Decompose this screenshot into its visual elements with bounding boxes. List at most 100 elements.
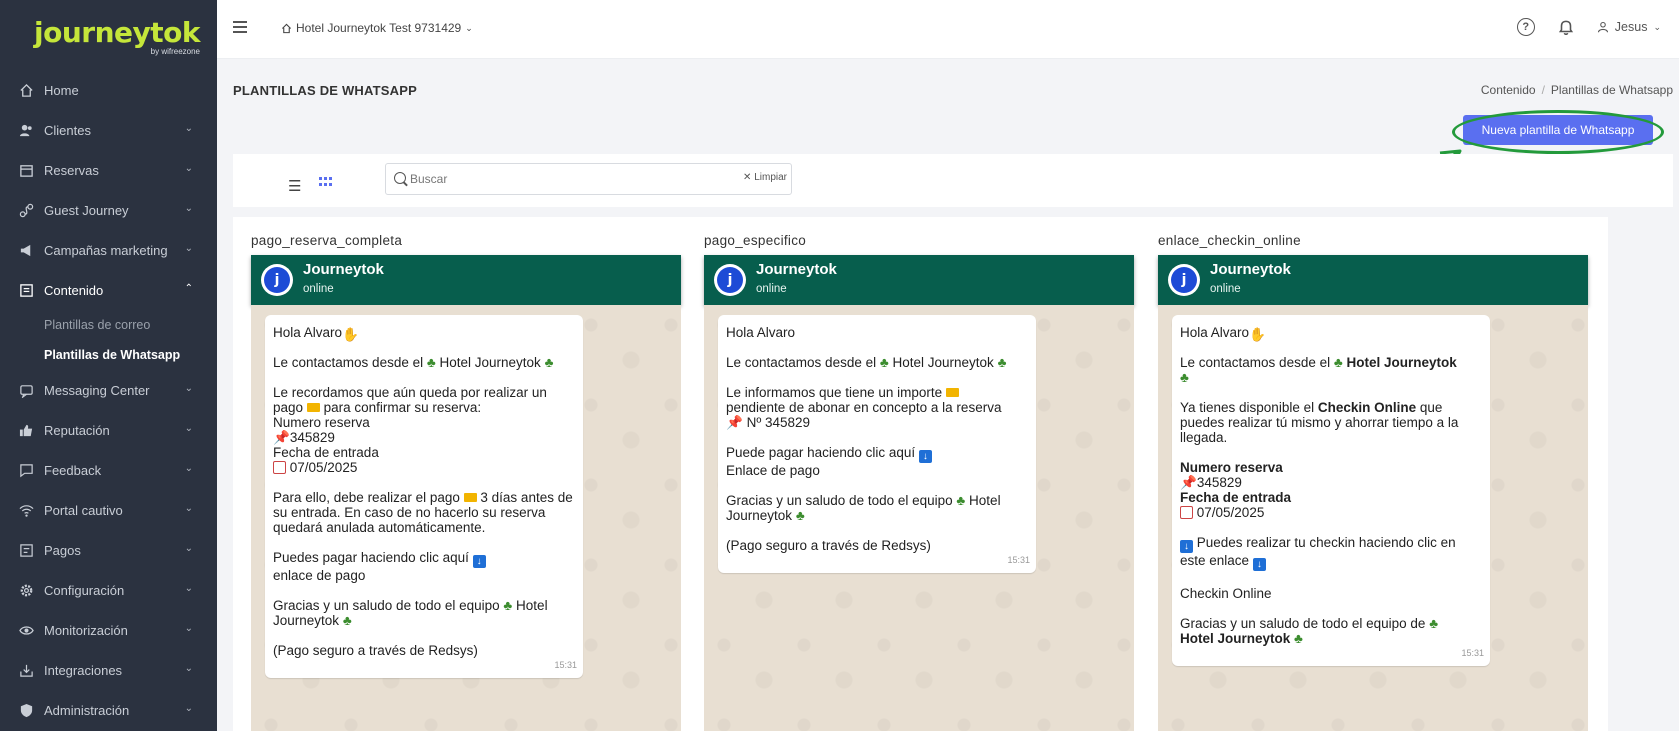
template-card[interactable]: pago_reserva_completa j Journeytok onlin… [233, 217, 701, 731]
topbar-actions: ? Jesus ⌄ [1516, 18, 1661, 36]
menu-toggle-icon[interactable] [233, 21, 247, 33]
message-bubble: Hola Alvaro Le contactamos desde el ♣ Ho… [718, 315, 1036, 573]
hotel-name: Hotel Journeytok Test 9731429 [296, 21, 462, 35]
palm-tree-icon: ♣ [956, 493, 966, 508]
msg-text: 345829 [1196, 475, 1242, 490]
message-time: 15:31 [1007, 555, 1030, 565]
chevron-down-icon: ⌄ [184, 423, 193, 434]
msg-text: Hola Alvaro [726, 325, 796, 340]
payment-link[interactable]: enlace de pago [273, 568, 365, 583]
contact-status: online [756, 283, 787, 295]
sidebar-item-clientes[interactable]: Clientes ⌄ [0, 110, 217, 150]
logo[interactable]: journeytok by wifreezone [34, 16, 201, 56]
whatsapp-chat: Hola Alvaro Le contactamos desde el ♣ Ho… [704, 305, 1134, 731]
sidebar-item-label: Configuración [44, 582, 125, 598]
sidebar-item-label: Integraciones [44, 662, 123, 678]
msg-text: Hotel Journeytok [892, 355, 994, 370]
contact-status: online [1210, 283, 1241, 295]
search-icon [394, 172, 406, 184]
main-content: ☰ ✕ Limpiar pago_reserva_completa j Jour… [217, 154, 1679, 731]
avatar-letter: j [264, 267, 290, 293]
breadcrumb-separator: / [1541, 83, 1545, 97]
breadcrumb-current: Plantillas de Whatsapp [1550, 83, 1673, 97]
help-icon[interactable]: ? [1516, 18, 1535, 36]
sidebar-item-label: Portal cautivo [44, 502, 123, 518]
template-card[interactable]: enlace_checkin_online j Journeytok onlin… [1140, 217, 1608, 731]
payments-icon [18, 542, 34, 558]
chevron-down-icon: ⌄ [184, 703, 193, 714]
chevron-down-icon: ⌄ [184, 123, 193, 134]
sidebar-item-contenido[interactable]: Contenido ⌃ [0, 270, 217, 310]
payment-link[interactable]: Enlace de pago [726, 463, 820, 478]
chevron-down-icon: ⌄ [184, 163, 193, 174]
chevron-down-icon: ⌄ [184, 383, 193, 394]
msg-text-bold: Checkin Online [1317, 400, 1417, 415]
wifi-icon [18, 502, 34, 518]
home-icon [18, 82, 34, 98]
toolbar: ☰ ✕ Limpiar [233, 154, 1673, 207]
avatar: j [714, 264, 746, 296]
close-icon: ✕ [743, 172, 752, 183]
search-input[interactable] [410, 169, 710, 189]
sidebar-item-feedback[interactable]: Feedback ⌄ [0, 450, 217, 490]
avatar: j [261, 264, 293, 296]
calendar-icon [1180, 506, 1193, 519]
sidebar-item-label: Messaging Center [44, 382, 150, 398]
hotel-selector[interactable]: Hotel Journeytok Test 9731429 ⌄ [281, 21, 473, 35]
breadcrumb: Contenido / Plantillas de Whatsapp [1481, 83, 1673, 97]
sidebar-item-label: Administración [44, 702, 130, 718]
list-view-icon[interactable]: ☰ [288, 177, 301, 195]
msg-text: Puede pagar haciendo clic aquí [726, 445, 916, 460]
integrations-icon [18, 662, 34, 678]
palm-tree-icon: ♣ [544, 355, 554, 370]
breadcrumb-contenido[interactable]: Contenido [1481, 83, 1536, 97]
whatsapp-header: j Journeytok online [251, 255, 681, 305]
message-time: 15:31 [554, 660, 577, 670]
msg-text-bold: Hotel Journeytok [1180, 631, 1291, 646]
msg-text: Gracias y un saludo de todo el equipo de [1180, 616, 1426, 631]
sidebar-item-reservas[interactable]: Reservas ⌄ [0, 150, 217, 190]
checkin-link[interactable]: Checkin Online [1180, 586, 1272, 601]
palm-tree-icon: ♣ [879, 355, 889, 370]
feedback-icon [18, 462, 34, 478]
chevron-down-icon: ⌄ [184, 623, 193, 634]
info-icon: ↓ [1252, 558, 1266, 571]
sidebar-item-messaging[interactable]: Messaging Center ⌄ [0, 370, 217, 410]
palm-tree-icon: ♣ [1429, 616, 1439, 631]
clear-search-button[interactable]: ✕ Limpiar [743, 172, 787, 183]
avatar: j [1168, 264, 1200, 296]
sidebar-item-monitorizacion[interactable]: Monitorización ⌄ [0, 610, 217, 650]
sidebar-item-guest-journey[interactable]: Guest Journey ⌄ [0, 190, 217, 230]
msg-text: (Pago seguro a través de Redsys) [726, 538, 931, 553]
sidebar-item-campanas[interactable]: Campañas marketing ⌄ [0, 230, 217, 270]
content-icon [18, 282, 34, 298]
contact-status: online [303, 283, 334, 295]
msg-text: Gracias y un saludo de todo el equipo [726, 493, 953, 508]
msg-text: Puedes pagar haciendo clic aquí [273, 550, 469, 565]
credit-card-icon [306, 403, 320, 412]
chevron-down-icon: ⌄ [184, 463, 193, 474]
template-card[interactable]: pago_especifico j Journeytok online Hola… [686, 217, 1154, 731]
sidebar-subitem-plantillas-correo[interactable]: Plantillas de correo [0, 310, 217, 340]
template-cards: pago_reserva_completa j Journeytok onlin… [233, 207, 1673, 731]
sidebar-item-reputacion[interactable]: Reputación ⌄ [0, 410, 217, 450]
msg-text: Le contactamos desde el [273, 355, 424, 370]
msg-text: Le contactamos desde el [726, 355, 877, 370]
sidebar-item-administracion[interactable]: Administración ⌄ [0, 690, 217, 730]
pushpin-icon: 📌 [726, 415, 743, 430]
sidebar-item-portal-cautivo[interactable]: Portal cautivo ⌄ [0, 490, 217, 530]
msg-text: Para ello, debe realizar el pago [273, 490, 460, 505]
sidebar-item-home[interactable]: Home [0, 70, 217, 110]
sidebar-item-configuracion[interactable]: Configuración ⌄ [0, 570, 217, 610]
bell-icon[interactable] [1557, 18, 1575, 36]
avatar-letter: j [717, 267, 743, 293]
grid-view-icon[interactable] [319, 177, 333, 187]
sidebar-subitem-plantillas-whatsapp[interactable]: Plantillas de Whatsapp [0, 340, 217, 370]
whatsapp-chat: Hola Alvaro✋ Le contactamos desde el ♣ H… [1158, 305, 1588, 731]
sidebar-item-integraciones[interactable]: Integraciones ⌄ [0, 650, 217, 690]
calendar-icon [273, 461, 286, 474]
message-bubble: Hola Alvaro✋ Le contactamos desde el ♣ H… [265, 315, 583, 678]
user-menu[interactable]: Jesus ⌄ [1597, 20, 1661, 34]
sidebar-item-label: Contenido [44, 282, 104, 298]
sidebar-item-pagos[interactable]: Pagos ⌄ [0, 530, 217, 570]
